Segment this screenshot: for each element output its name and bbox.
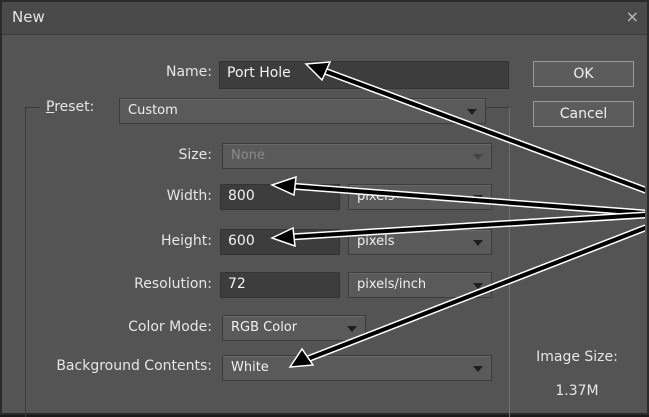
arrow-to-height bbox=[270, 211, 645, 248]
arrow-to-background bbox=[288, 224, 645, 368]
arrow-to-name bbox=[304, 61, 645, 194]
arrow-to-width bbox=[269, 175, 645, 217]
annotation-arrows bbox=[269, 61, 645, 368]
